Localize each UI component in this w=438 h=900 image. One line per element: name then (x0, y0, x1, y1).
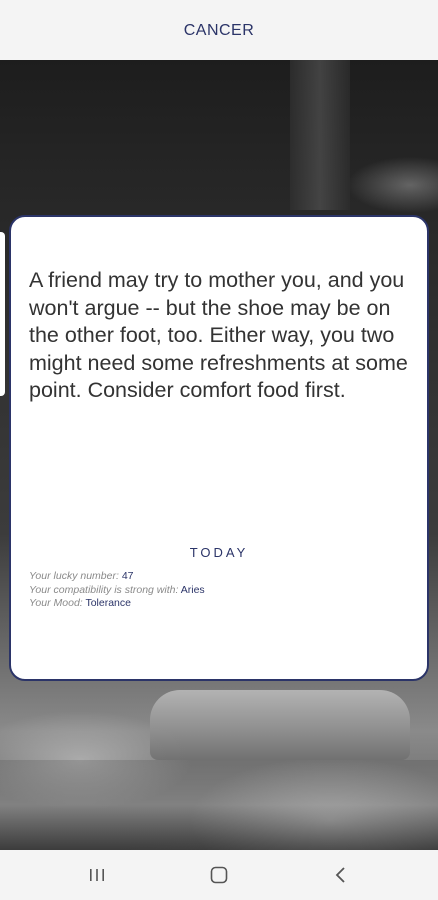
mood-label: Your Mood: (29, 597, 83, 609)
compatibility-line: Your compatibility is strong with: Aries (29, 584, 205, 598)
mood-line: Your Mood: Tolerance (29, 597, 205, 611)
previous-card-edge[interactable] (0, 232, 5, 396)
horoscope-card[interactable]: A friend may try to mother you, and you … (9, 215, 429, 681)
lucky-number-line: Your lucky number: 47 (29, 570, 205, 584)
compatibility-value: Aries (180, 583, 205, 596)
page-title: CANCER (183, 22, 255, 39)
background-photo-detail (0, 760, 438, 850)
lucky-number-value: 47 (121, 570, 134, 582)
today-label: TODAY (189, 545, 249, 560)
background-photo-detail (150, 690, 410, 760)
recent-apps-icon[interactable] (82, 862, 112, 888)
system-navigation-bar (0, 850, 438, 900)
home-icon[interactable] (204, 862, 234, 888)
daily-details: Your lucky number: 47 Your compatibility… (29, 570, 205, 611)
mood-value: Tolerance (85, 597, 131, 609)
lucky-number-label: Your lucky number: (29, 570, 119, 582)
horoscope-text: A friend may try to mother you, and you … (29, 268, 408, 402)
app-header: CANCER (0, 0, 438, 60)
background-photo-detail (290, 60, 350, 210)
screen: CANCER A friend may try to mother you, a… (0, 0, 438, 900)
compatibility-label: Your compatibility is strong with: (29, 583, 179, 596)
back-icon[interactable] (326, 862, 356, 888)
